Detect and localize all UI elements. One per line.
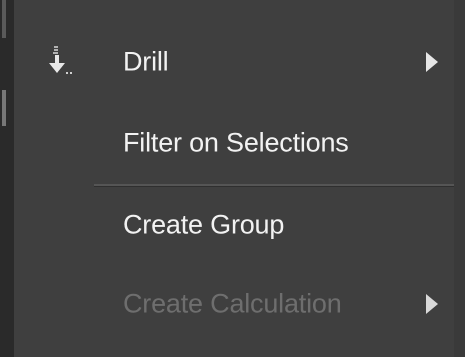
drill-down-icon (42, 45, 76, 79)
menu-item-label: Create Group (123, 209, 285, 240)
chevron-right-icon (426, 294, 438, 314)
menu-item-filter-on-selections[interactable]: Filter on Selections (14, 114, 454, 172)
menu-right-edge (454, 0, 465, 357)
menu-item-label: Drill (123, 46, 169, 77)
menu-separator (94, 184, 454, 187)
menu-item-drill[interactable]: Drill (14, 33, 454, 91)
edge-marker (2, 90, 6, 126)
chevron-right-icon (426, 52, 438, 72)
edge-marker (2, 0, 6, 38)
context-menu: Drill Filter on Selections Create Group … (0, 0, 465, 357)
menu-item-create-calculation: Create Calculation (14, 275, 454, 333)
menu-left-edge (0, 0, 14, 357)
menu-item-create-group[interactable]: Create Group (14, 196, 454, 254)
menu-item-label: Create Calculation (123, 288, 342, 319)
menu-item-label: Filter on Selections (123, 127, 349, 158)
